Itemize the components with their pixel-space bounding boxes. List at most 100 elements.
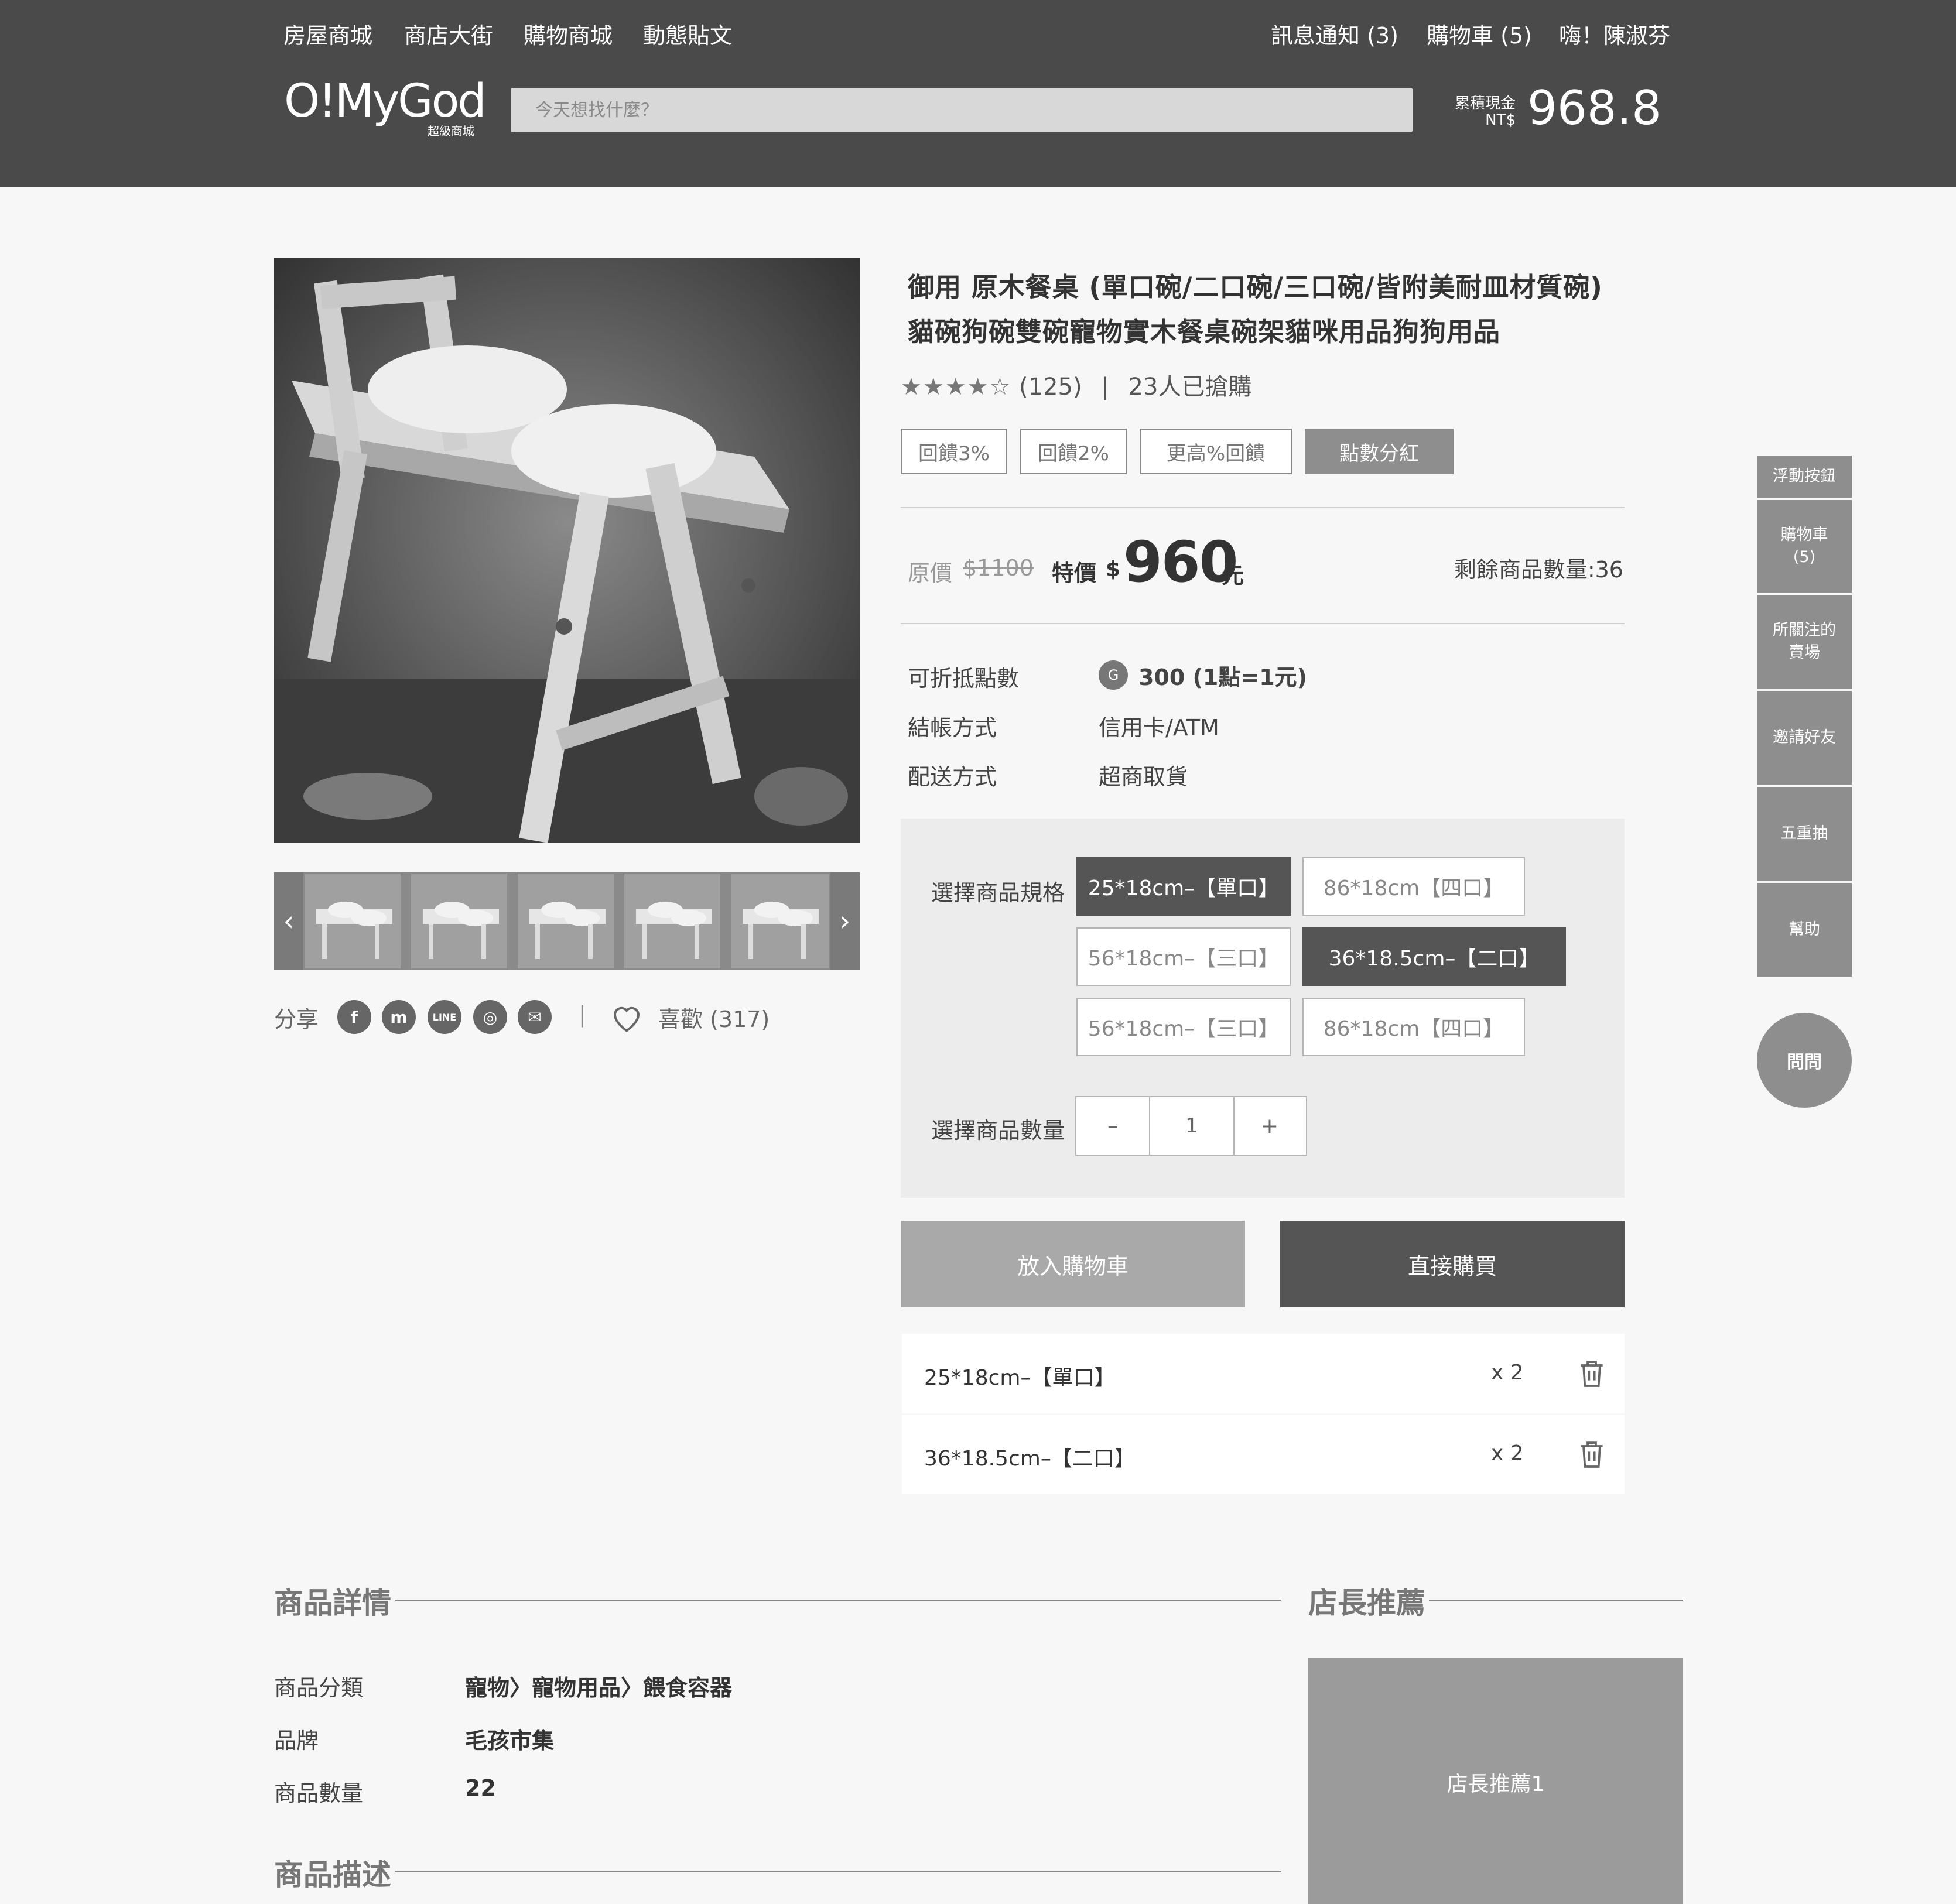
detail-label: 品牌 xyxy=(274,1728,319,1754)
qty-label: 選擇商品數量 xyxy=(931,1118,1065,1143)
tag-higher-rebate[interactable]: 更高%回饋 xyxy=(1140,429,1292,474)
nav-posts[interactable]: 動態貼文 xyxy=(643,18,732,50)
tag-rebate-2[interactable]: 回饋2% xyxy=(1020,429,1127,474)
search-input[interactable] xyxy=(511,88,1413,132)
nav-shopping-mall[interactable]: 購物商城 xyxy=(524,18,613,50)
rating-divider: | xyxy=(1101,374,1109,400)
instagram-icon[interactable]: ◎ xyxy=(473,1000,507,1034)
wechat-icon[interactable]: ✉ xyxy=(518,1000,552,1034)
rating-count[interactable]: (125) xyxy=(1019,374,1082,400)
original-price-label: 原價 xyxy=(908,560,953,586)
spec-option-5[interactable]: 56*18cm–【三口】 xyxy=(1076,998,1291,1056)
divider xyxy=(901,507,1625,508)
remaining-stock: 剩餘商品數量:36 xyxy=(1454,557,1623,583)
qty-minus-button[interactable]: – xyxy=(1076,1097,1149,1155)
spec-option-4[interactable]: 36*18.5cm–【二口】 xyxy=(1302,927,1566,986)
site-header: 房屋商城 商店大街 購物商城 動態貼文 訊息通知 (3) 購物車 (5) 嗨！陳… xyxy=(0,0,1956,187)
qty-plus-button[interactable]: + xyxy=(1233,1097,1306,1155)
side-followed-shops[interactable]: 所關注的 賣場 xyxy=(1757,595,1852,689)
side-invite-friends[interactable]: 邀請好友 xyxy=(1757,691,1852,785)
nav-notifications[interactable]: 訊息通知 (3) xyxy=(1271,18,1398,50)
spec-option-6[interactable]: 86*18cm【四口】 xyxy=(1302,998,1525,1056)
thumbnail-1[interactable] xyxy=(305,874,401,968)
original-price: $1100 xyxy=(963,555,1034,581)
details-title: 商品詳情 xyxy=(274,1580,395,1622)
detail-label: 商品分類 xyxy=(274,1675,364,1701)
payment-label: 結帳方式 xyxy=(908,715,997,741)
selected-item-qty: x 2 xyxy=(1491,1441,1524,1465)
tag-rebate-3[interactable]: 回饋3% xyxy=(901,429,1007,474)
thumbnail-3[interactable] xyxy=(518,874,614,968)
coin-icon: G xyxy=(1099,660,1128,690)
qty-input[interactable]: 1 xyxy=(1149,1097,1235,1155)
side-cart[interactable]: 購物車 (5) xyxy=(1757,500,1852,593)
selected-item-name: 25*18cm–【單口】 xyxy=(924,1366,1116,1390)
special-price: 960 xyxy=(1123,529,1238,595)
cash-label: 累積現金 xyxy=(1454,95,1516,112)
shipping-value: 超商取貨 xyxy=(1099,764,1188,790)
add-to-cart-button[interactable]: 放入購物車 xyxy=(901,1221,1245,1307)
nav-cart[interactable]: 購物車 (5) xyxy=(1427,18,1532,50)
side-five-draw[interactable]: 五重抽 xyxy=(1757,787,1852,881)
thumbnail-2[interactable] xyxy=(411,874,507,968)
site-logo-sub: 超級商城 xyxy=(428,124,474,138)
trash-icon[interactable] xyxy=(1575,1437,1608,1472)
like-count[interactable]: 喜歡 (317) xyxy=(658,1001,770,1033)
spec-option-2[interactable]: 86*18cm【四口】 xyxy=(1302,857,1525,916)
recommend-title: 店長推薦 xyxy=(1308,1580,1429,1622)
sold-count: 23人已搶購 xyxy=(1128,374,1252,400)
divider xyxy=(901,623,1625,624)
nav-house-mall[interactable]: 房屋商城 xyxy=(283,18,372,50)
selected-item-row: 25*18cm–【單口】 x 2 xyxy=(902,1334,1625,1413)
ask-button[interactable]: 問問 xyxy=(1757,1013,1852,1108)
product-title-line2: 貓碗狗碗雙碗寵物實木餐桌碗架貓咪用品狗狗用品 xyxy=(908,316,1501,347)
messenger-icon[interactable]: m xyxy=(382,1000,416,1034)
rating-row: ★★★★☆ (125) | 23人已搶購 xyxy=(901,368,1251,402)
thumb-next-icon[interactable]: › xyxy=(830,872,860,970)
facebook-icon[interactable]: f xyxy=(337,1000,371,1034)
user-greeting[interactable]: 嗨！陳淑芬 xyxy=(1559,18,1670,50)
site-logo[interactable]: O!MyGod xyxy=(284,75,487,128)
heart-icon[interactable] xyxy=(609,1000,644,1035)
line-icon[interactable]: LINE xyxy=(428,1000,461,1034)
payment-value: 信用卡/ATM xyxy=(1099,715,1219,741)
section-rule xyxy=(275,1600,1281,1601)
product-photo xyxy=(274,258,860,843)
points-value: 300 (1點=1元) xyxy=(1138,665,1308,690)
nav-shop-street[interactable]: 商店大街 xyxy=(404,18,493,50)
selected-item-qty: x 2 xyxy=(1491,1361,1524,1385)
cash-value: 968.8 xyxy=(1527,81,1662,135)
trash-icon[interactable] xyxy=(1575,1356,1608,1391)
shipping-label: 配送方式 xyxy=(908,764,997,790)
share-label: 分享 xyxy=(274,1006,319,1032)
rating-stars: ★★★★☆ xyxy=(901,374,1012,400)
spec-label: 選擇商品規格 xyxy=(931,880,1065,906)
points-label: 可折抵點數 xyxy=(908,666,1020,691)
special-price-currency: $ xyxy=(1106,557,1121,581)
product-main-image[interactable] xyxy=(274,258,860,843)
category-breadcrumb[interactable]: 寵物〉寵物用品〉餵食容器 xyxy=(465,1670,732,1702)
share-divider: | xyxy=(579,1001,586,1027)
buy-now-button[interactable]: 直接購買 xyxy=(1280,1221,1625,1307)
thumb-prev-icon[interactable]: ‹ xyxy=(274,872,303,970)
detail-label: 商品數量 xyxy=(274,1780,364,1806)
stock-count-value: 22 xyxy=(465,1775,496,1801)
price-unit: 元 xyxy=(1222,563,1244,588)
product-title-line1: 御用 原木餐桌 (單口碗/二口碗/三口碗/皆附美耐皿材質碗) xyxy=(908,272,1603,303)
recommend-card-label[interactable]: 店長推薦1 xyxy=(1308,1767,1683,1797)
thumbnail-4[interactable] xyxy=(624,874,720,968)
spec-option-3[interactable]: 56*18cm–【三口】 xyxy=(1076,927,1291,986)
section-rule xyxy=(275,1871,1281,1872)
tag-points-bonus[interactable]: 點數分紅 xyxy=(1305,429,1454,474)
side-floating-button[interactable]: 浮動按鈕 xyxy=(1757,456,1852,498)
selected-item-name: 36*18.5cm–【二口】 xyxy=(924,1447,1136,1471)
quantity-stepper: – 1 + xyxy=(1075,1096,1307,1156)
thumbnail-5[interactable] xyxy=(731,874,829,968)
side-help[interactable]: 幫助 xyxy=(1757,883,1852,977)
brand-value[interactable]: 毛孩市集 xyxy=(465,1722,554,1755)
cash-currency: NT$ xyxy=(1485,111,1516,129)
description-title: 商品描述 xyxy=(274,1851,395,1893)
spec-option-1[interactable]: 25*18cm–【單口】 xyxy=(1076,857,1291,916)
selected-item-row: 36*18.5cm–【二口】 x 2 xyxy=(902,1415,1625,1494)
special-price-label: 特價 xyxy=(1052,560,1097,586)
